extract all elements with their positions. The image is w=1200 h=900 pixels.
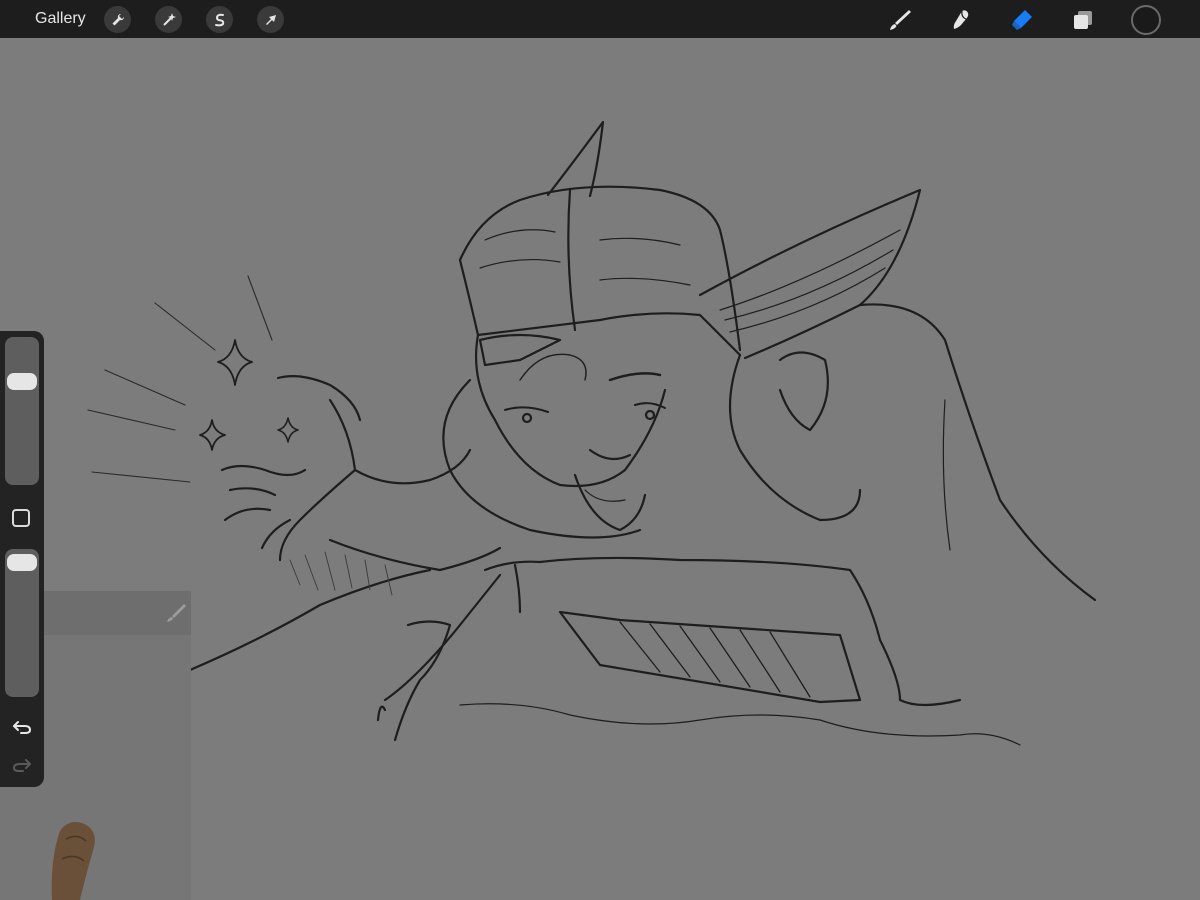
selection-button[interactable] xyxy=(206,6,233,33)
redo-button[interactable] xyxy=(8,753,36,777)
sparkle-1 xyxy=(217,339,253,386)
hair-right xyxy=(728,353,862,522)
smudge-icon xyxy=(953,10,969,30)
claw-finger-3 xyxy=(228,487,277,497)
eraser-icon xyxy=(1012,10,1032,30)
claw-finger-1 xyxy=(276,375,362,422)
brush-sidebar xyxy=(0,331,44,787)
ear xyxy=(778,351,829,432)
blanket-edge xyxy=(188,568,432,672)
helmet-crest-line xyxy=(567,188,577,332)
brush-tool-button[interactable] xyxy=(885,5,915,35)
beard xyxy=(573,473,647,532)
layers-button[interactable] xyxy=(1068,5,1098,35)
sparkle-2 xyxy=(199,419,226,451)
sparkle-3 xyxy=(277,417,299,443)
brush-size-slider[interactable] xyxy=(5,337,39,485)
bracer xyxy=(558,610,862,704)
transform-button[interactable] xyxy=(257,6,284,33)
helmet-wing xyxy=(698,188,922,360)
helmet-outline xyxy=(458,185,742,352)
smudge-tool-button[interactable] xyxy=(946,5,976,35)
helmet-horn xyxy=(546,120,605,198)
color-picker-button[interactable] xyxy=(1131,5,1161,35)
gallery-button[interactable]: Gallery xyxy=(35,10,86,28)
brush-size-slider-handle[interactable] xyxy=(7,373,37,391)
arrow-cursor-icon xyxy=(265,14,276,25)
top-toolbar: Gallery xyxy=(0,0,1200,38)
undo-button[interactable] xyxy=(8,715,36,739)
magic-wand-icon xyxy=(162,12,176,26)
resting-arm xyxy=(483,556,882,642)
claw-finger-4 xyxy=(223,507,272,522)
opacity-slider-handle[interactable] xyxy=(7,553,37,571)
adjustments-button[interactable] xyxy=(155,6,182,33)
claw-finger-2 xyxy=(220,464,307,477)
helmet-visor xyxy=(458,258,742,357)
cape xyxy=(858,303,1097,602)
selection-s-icon xyxy=(214,13,224,26)
brush-icon xyxy=(890,10,911,30)
redo-icon xyxy=(12,759,31,772)
wrench-icon xyxy=(112,13,124,25)
eraser-tool-button[interactable] xyxy=(1007,5,1037,35)
resting-claw xyxy=(393,620,452,742)
reference-image-thumbnail xyxy=(51,822,95,900)
modify-button[interactable] xyxy=(12,509,30,527)
opacity-slider[interactable] xyxy=(5,549,39,697)
actions-button[interactable] xyxy=(104,6,131,33)
undo-icon xyxy=(13,721,32,734)
layers-icon xyxy=(1074,11,1092,29)
brush-icon xyxy=(167,604,186,622)
